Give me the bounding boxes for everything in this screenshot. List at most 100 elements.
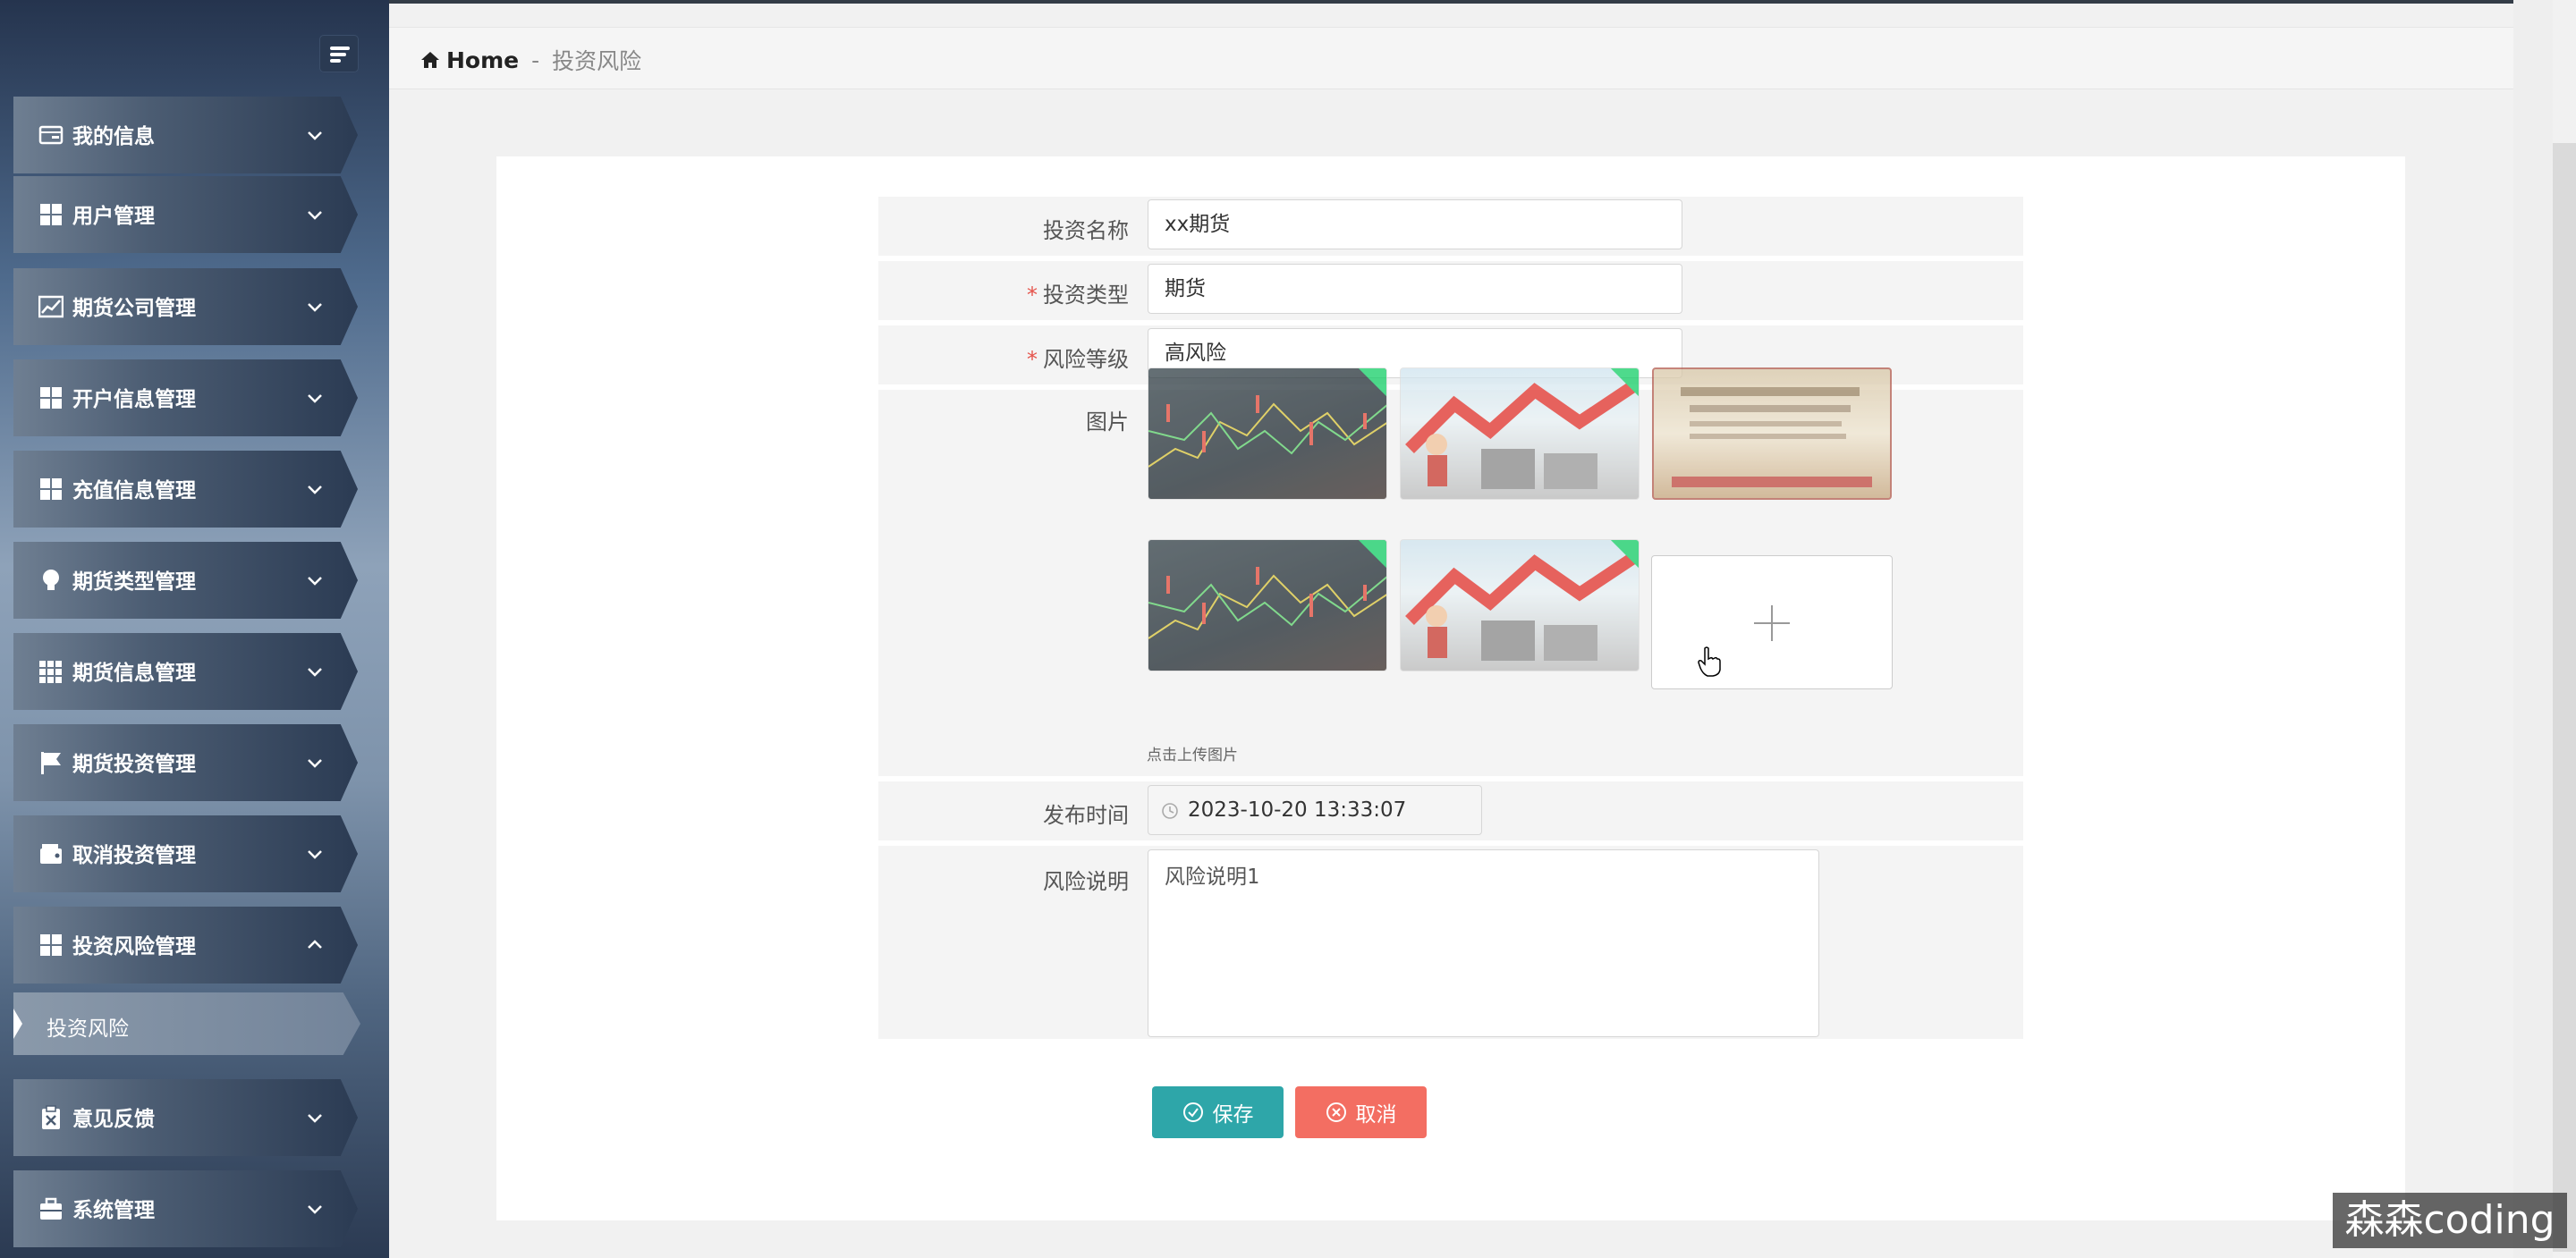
save-button[interactable]: 保存 [1152, 1086, 1284, 1138]
chevron-down-icon [308, 485, 322, 494]
check-circle-icon [1182, 1102, 1203, 1122]
sidebar-item-label: 系统管理 [72, 1199, 155, 1222]
upload-hint: 点击上传图片 [1147, 747, 1238, 764]
grid-icon [40, 478, 62, 500]
chevron-up-icon [308, 940, 322, 949]
sidebar-item-label: 期货信息管理 [72, 662, 196, 685]
breadcrumb: Home - 投资风险 [419, 44, 641, 76]
uploaded-image-cartoon-2[interactable] [1400, 539, 1640, 671]
sidebar-item-system[interactable]: 系统管理 [13, 1170, 358, 1247]
sidebar-item-futures-investment[interactable]: 期货投资管理 [13, 724, 358, 801]
type-label-text: 投资类型 [1043, 283, 1129, 308]
sidebar-item-label: 用户管理 [72, 205, 155, 228]
required-mark: * [1027, 347, 1038, 372]
uploaded-image-cartoon-1[interactable] [1400, 367, 1640, 500]
sidebar-subitem-label: 投资风险 [47, 1017, 129, 1041]
uploaded-image-document[interactable] [1652, 367, 1892, 500]
briefcase-icon [40, 1197, 62, 1220]
cancel-button-label: 取消 [1355, 1103, 1397, 1127]
image-upload-button[interactable] [1651, 555, 1893, 689]
risk-description-textarea[interactable]: 风险说明1 [1148, 849, 1819, 1037]
menu-toggle-button[interactable] [319, 35, 359, 72]
table-icon [39, 661, 62, 683]
chevron-down-icon [308, 303, 322, 312]
market-cartoon-thumbnail [1405, 553, 1637, 661]
sidebar: 我的信息 用户管理 期货公司管理 开户信息管理 充值信息管理 期货类型管理 期货… [0, 0, 389, 1258]
risk-label-text: 风险等级 [1043, 347, 1129, 372]
breadcrumb-bar: Home - 投资风险 [389, 27, 2513, 89]
image-label: 图片 [1086, 409, 1129, 435]
top-border [389, 0, 2576, 4]
chevron-down-icon [308, 394, 322, 403]
sidebar-item-futures-type[interactable]: 期货类型管理 [13, 542, 358, 619]
market-cartoon-thumbnail [1405, 381, 1637, 489]
scrollbar-thumb[interactable] [2553, 143, 2576, 1252]
bulb-icon [43, 570, 59, 590]
scrollbar[interactable] [2513, 0, 2576, 1258]
grid-icon [40, 387, 62, 409]
chevron-down-icon [308, 211, 322, 220]
grid-icon [40, 934, 62, 956]
sidebar-item-label: 我的信息 [72, 125, 155, 148]
chart-icon [38, 295, 64, 318]
clock-icon [1162, 803, 1178, 819]
plus-icon-vertical [1771, 605, 1773, 641]
sidebar-item-my-info[interactable]: 我的信息 [13, 97, 358, 173]
document-thumbnail [1672, 387, 1872, 487]
sidebar-subitem-investment-risk[interactable]: 投资风险 [13, 992, 360, 1055]
scrollbar-gutter [2513, 0, 2553, 1258]
investment-name-input[interactable]: xx期货 [1148, 199, 1682, 249]
sidebar-item-label: 取消投资管理 [72, 844, 196, 867]
sidebar-item-investment-risk[interactable]: 投资风险管理 [13, 907, 358, 984]
required-mark: * [1027, 283, 1038, 308]
sidebar-item-account-opening[interactable]: 开户信息管理 [13, 359, 358, 436]
breadcrumb-current: 投资风险 [552, 48, 642, 74]
sidebar-item-label: 开户信息管理 [72, 388, 196, 411]
chevron-down-icon [308, 1114, 322, 1123]
chevron-down-icon [308, 577, 322, 586]
sidebar-item-label: 充值信息管理 [72, 479, 196, 502]
watermark: 森森coding [2333, 1193, 2567, 1248]
chevron-down-icon [308, 1205, 322, 1214]
sidebar-item-futures-company[interactable]: 期货公司管理 [13, 268, 358, 345]
home-icon [421, 52, 439, 68]
close-circle-icon [1326, 1102, 1346, 1122]
wallet-icon [40, 844, 62, 864]
name-label: 投资名称 [1043, 218, 1129, 243]
sidebar-item-label: 期货投资管理 [72, 753, 196, 776]
sidebar-item-label: 期货类型管理 [72, 570, 196, 594]
breadcrumb-separator: - [531, 46, 540, 73]
hand-cursor-icon [1698, 646, 1721, 677]
chevron-down-icon [308, 850, 322, 859]
description-label: 风险说明 [1043, 869, 1129, 894]
stock-chart-thumbnail [1148, 395, 1386, 468]
active-marker [13, 1009, 22, 1039]
time-label: 发布时间 [1043, 803, 1129, 828]
stock-chart-thumbnail [1148, 567, 1386, 639]
publish-time-input[interactable]: 2023-10-20 13:33:07 [1148, 785, 1482, 835]
uploaded-image-chart-1[interactable] [1148, 367, 1387, 500]
sidebar-item-recharge[interactable]: 充值信息管理 [13, 451, 358, 528]
save-button-label: 保存 [1212, 1103, 1254, 1127]
investment-type-input[interactable]: 期货 [1148, 264, 1682, 314]
grid-icon [40, 204, 62, 225]
sidebar-item-futures-info[interactable]: 期货信息管理 [13, 633, 358, 710]
sidebar-item-users[interactable]: 用户管理 [13, 176, 358, 253]
sidebar-item-label: 期货公司管理 [72, 297, 196, 320]
chevron-down-icon [308, 668, 322, 677]
sidebar-item-feedback[interactable]: 意见反馈 [13, 1079, 358, 1156]
card-icon [38, 125, 64, 145]
sidebar-item-label: 意见反馈 [72, 1108, 155, 1131]
risk-label: * 风险等级 [1027, 342, 1129, 373]
clipboard-icon [42, 1105, 60, 1129]
publish-time-value: 2023-10-20 13:33:07 [1188, 798, 1407, 822]
uploaded-image-chart-2[interactable] [1148, 539, 1387, 671]
sidebar-item-label: 投资风险管理 [72, 935, 196, 958]
flag-icon [41, 752, 61, 774]
breadcrumb-home-link[interactable]: Home [446, 47, 519, 73]
chevron-down-icon [308, 131, 322, 140]
chevron-down-icon [308, 759, 322, 768]
cancel-button[interactable]: 取消 [1295, 1086, 1427, 1138]
type-label: * 投资类型 [1027, 277, 1129, 308]
sidebar-item-cancel-investment[interactable]: 取消投资管理 [13, 815, 358, 892]
